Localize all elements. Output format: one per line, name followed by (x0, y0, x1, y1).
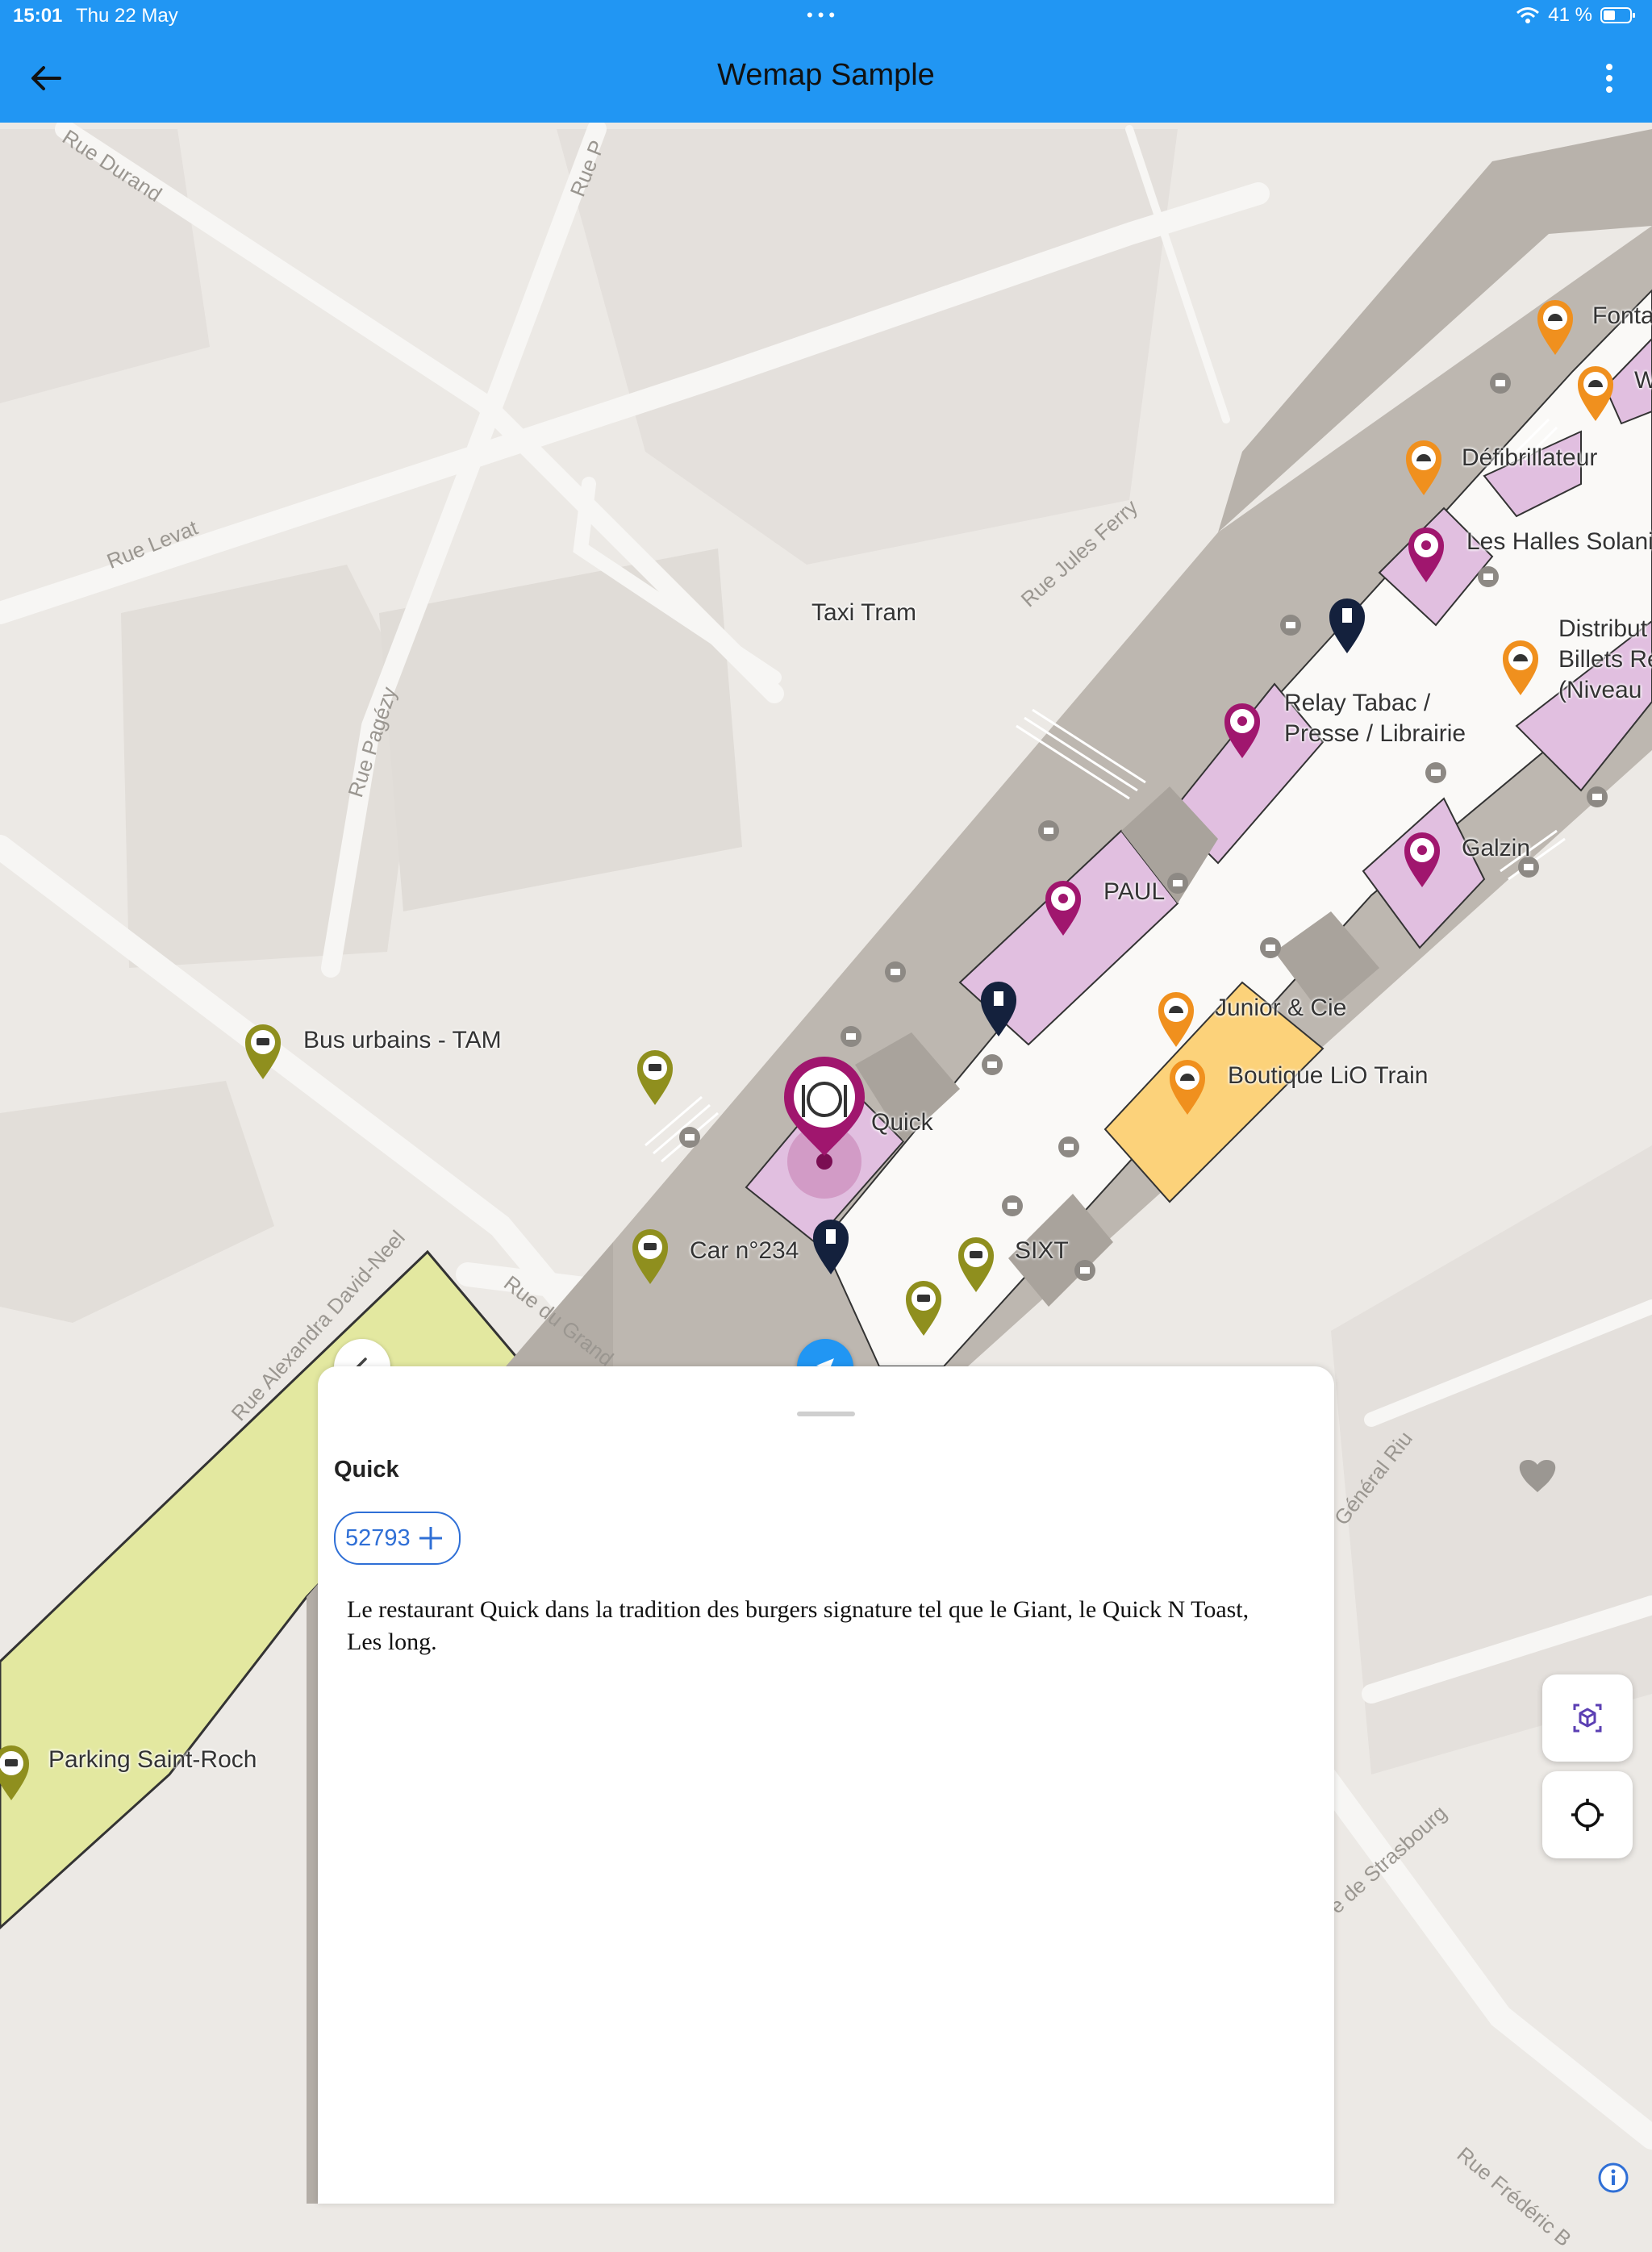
status-right: 41 % (1516, 4, 1636, 27)
sheet-drag-handle[interactable] (797, 1412, 855, 1416)
poi-label-distrib-1[interactable]: Distribut (1558, 615, 1647, 643)
poi-label-distrib-2[interactable]: Billets Re (1558, 646, 1652, 674)
poi-label-paul[interactable]: PAUL (1103, 878, 1165, 906)
battery-percent: 41 % (1548, 4, 1592, 26)
poi-label-car[interactable]: Car n°234 (690, 1237, 799, 1265)
multitask-dots-icon[interactable]: ••• (807, 5, 840, 26)
ar-view-button[interactable] (1542, 1674, 1633, 1762)
poi-label-w[interactable]: W (1634, 367, 1652, 394)
poi-label-junior[interactable]: Junior & Cie (1215, 995, 1346, 1022)
info-icon[interactable] (1597, 2162, 1629, 2194)
poi-label-parking[interactable]: Parking Saint-Roch (48, 1746, 257, 1774)
poi-label-distrib-3[interactable]: (Niveau (1558, 677, 1642, 704)
poi-description: Le restaurant Quick dans la tradition de… (347, 1596, 1249, 1655)
poi-label-sixt[interactable]: SIXT (1015, 1237, 1069, 1265)
poi-label-fonta[interactable]: Fonta (1592, 302, 1652, 330)
locate-me-button[interactable] (1542, 1771, 1633, 1858)
poi-label-boutique[interactable]: Boutique LiO Train (1228, 1062, 1428, 1090)
poi-label-halles[interactable]: Les Halles Solani (1466, 528, 1652, 556)
poi-label-taxi-tram[interactable]: Taxi Tram (811, 599, 916, 627)
poi-detail-sheet[interactable]: Quick 52793 Le restaurant Quick dans la … (318, 1366, 1334, 2204)
poi-title: Quick (334, 1457, 399, 1483)
poi-id-value: 52793 (345, 1524, 411, 1551)
wifi-icon (1516, 7, 1540, 23)
crosshair-icon (1571, 1799, 1604, 1831)
page-title: Wemap Sample (717, 58, 935, 92)
poi-label-relay-1[interactable]: Relay Tabac / (1284, 690, 1430, 717)
poi-label-galzin[interactable]: Galzin (1462, 835, 1530, 862)
poi-id-chip[interactable]: 52793 (334, 1512, 461, 1565)
cube-icon (1573, 1704, 1602, 1733)
more-vert-icon[interactable] (1591, 60, 1628, 97)
app-bar: Wemap Sample (0, 32, 1652, 123)
poi-label-relay-2[interactable]: Presse / Librairie (1284, 720, 1466, 748)
battery-icon (1600, 7, 1635, 23)
status-time: 15:01 (13, 5, 63, 27)
status-bar: 15:01 Thu 22 May ••• 41 % (0, 0, 1652, 32)
plus-icon (419, 1527, 442, 1549)
poi-label-quick[interactable]: Quick (871, 1109, 933, 1136)
poi-label-defib[interactable]: Défibrillateur (1462, 444, 1597, 472)
poi-label-bus[interactable]: Bus urbains - TAM (303, 1027, 502, 1054)
status-date: Thu 22 May (76, 5, 178, 27)
